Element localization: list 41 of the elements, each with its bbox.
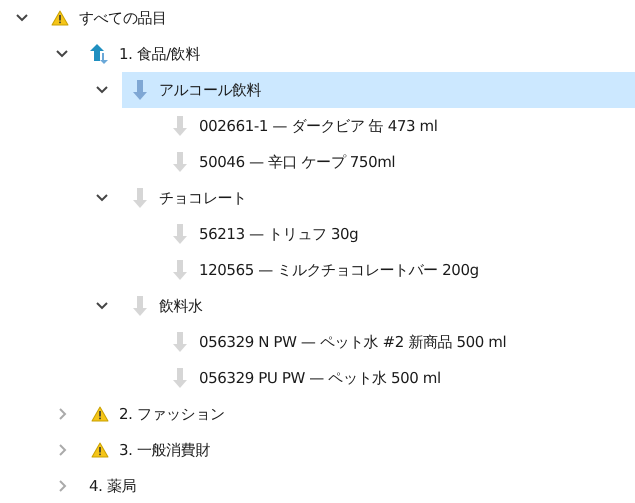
tree-item-label: 56213 — トリュフ 30g bbox=[199, 224, 358, 244]
tree-item[interactable]: 056329 N PW — ペット水 #2 新商品 500 ml bbox=[162, 324, 635, 360]
tree-item[interactable]: チョコレート bbox=[122, 180, 635, 216]
warning-icon bbox=[91, 406, 109, 422]
tree-item-label: 4. 薬局 bbox=[89, 476, 136, 496]
tree-item-label: 120565 — ミルクチョコレートバー 200g bbox=[199, 260, 479, 280]
tree-item-label: 飲料水 bbox=[159, 296, 203, 316]
tree-item-label: すべての品目 bbox=[79, 8, 167, 28]
tree-item[interactable]: 3. 一般消費財 bbox=[82, 432, 635, 468]
down-arrow-icon bbox=[133, 79, 147, 101]
tree-item-label: 2. ファッション bbox=[119, 404, 224, 424]
down-arrow-icon bbox=[173, 367, 187, 389]
down-arrow-icon bbox=[173, 115, 187, 137]
down-arrow-icon bbox=[133, 187, 147, 209]
tree-item[interactable]: 120565 — ミルクチョコレートバー 200g bbox=[162, 252, 635, 288]
tree-item[interactable]: 056329 PU PW — ペット水 500 ml bbox=[162, 360, 635, 396]
down-arrow-icon bbox=[133, 295, 147, 317]
tree-item[interactable]: 56213 — トリュフ 30g bbox=[162, 216, 635, 252]
tree-item[interactable]: 4. 薬局 bbox=[82, 468, 635, 503]
tree-item[interactable]: 1. 食品/飲料 bbox=[82, 36, 635, 72]
warning-icon bbox=[51, 10, 69, 26]
tree-item[interactable]: 飲料水 bbox=[122, 288, 635, 324]
tree-item-label: 056329 N PW — ペット水 #2 新商品 500 ml bbox=[199, 332, 506, 352]
down-arrow-icon bbox=[173, 331, 187, 353]
tree-item[interactable]: 50046 — 辛口 ケープ 750ml bbox=[162, 144, 635, 180]
tree-item-label: アルコール飲料 bbox=[159, 80, 262, 100]
warning-icon bbox=[91, 442, 109, 458]
tree-item[interactable]: すべての品目 bbox=[42, 0, 635, 36]
tree-item-label: 002661-1 — ダークビア 缶 473 ml bbox=[199, 116, 438, 136]
down-arrow-icon bbox=[173, 151, 187, 173]
tree-item-label: チョコレート bbox=[159, 188, 247, 208]
tree-item[interactable]: 002661-1 — ダークビア 缶 473 ml bbox=[162, 108, 635, 144]
tree-item[interactable]: アルコール飲料 bbox=[122, 72, 635, 108]
tree-item-label: 1. 食品/飲料 bbox=[119, 44, 200, 64]
down-arrow-icon bbox=[173, 259, 187, 281]
up-down-arrows-icon bbox=[89, 43, 111, 65]
down-arrow-icon bbox=[173, 223, 187, 245]
tree-item-label: 3. 一般消費財 bbox=[119, 440, 210, 460]
tree-item[interactable]: 2. ファッション bbox=[82, 396, 635, 432]
tree-item-label: 056329 PU PW — ペット水 500 ml bbox=[199, 368, 441, 388]
tree-item-label: 50046 — 辛口 ケープ 750ml bbox=[199, 152, 396, 172]
